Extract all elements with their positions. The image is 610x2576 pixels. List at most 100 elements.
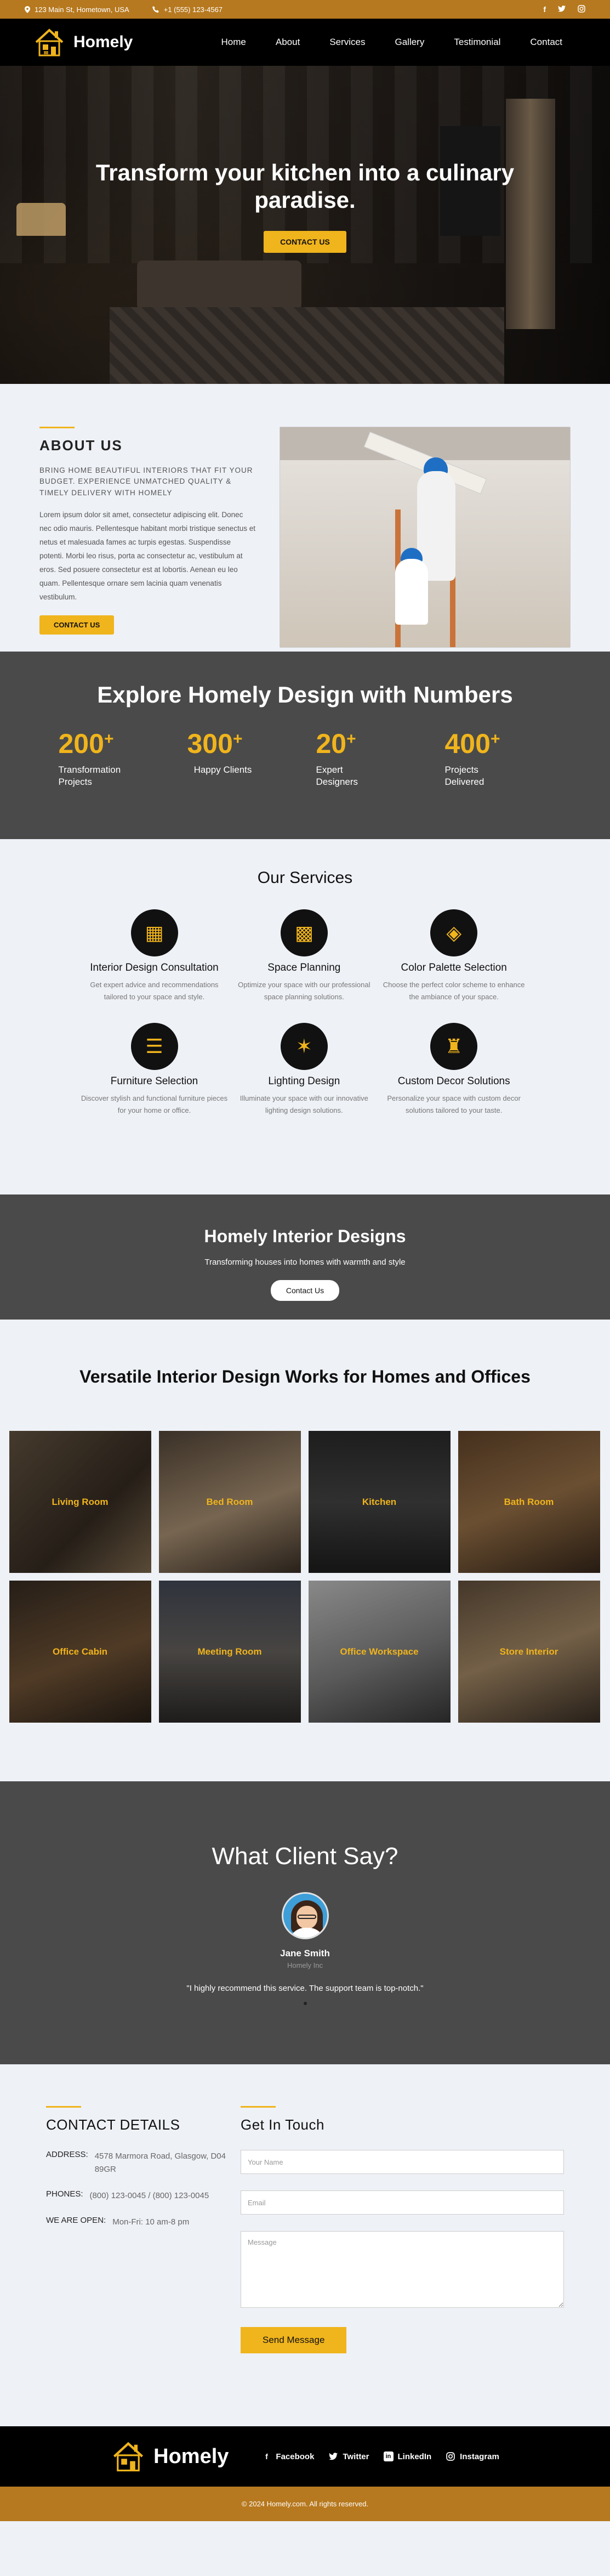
footer-twitter-link[interactable]: Twitter xyxy=(328,2452,369,2461)
link-label: Twitter xyxy=(343,2452,369,2461)
client-role: Homely Inc xyxy=(287,1961,323,1969)
gallery-grid: Living Room Bed Room Kitchen Bath Room O… xyxy=(9,1431,601,1723)
hero-rug xyxy=(110,307,504,384)
contact-form: Get In Touch Send Message xyxy=(241,2106,564,2426)
copyright-bar: © 2024 Homely.com. All rights reserved. xyxy=(0,2487,610,2521)
contact-key: ADDRESS: xyxy=(46,2150,88,2159)
contact-value: Mon-Fri: 10 am-8 pm xyxy=(112,2217,190,2227)
stat-suffix: + xyxy=(232,730,243,748)
gallery-tile[interactable]: Bath Room xyxy=(458,1431,600,1573)
nav-services[interactable]: Services xyxy=(315,37,380,48)
banner-contact-button[interactable]: Contact Us xyxy=(270,1280,340,1301)
accent-line xyxy=(241,2106,276,2108)
furniture-icon: ☰ xyxy=(130,1022,178,1070)
carousel-dot[interactable] xyxy=(303,2002,307,2005)
gallery-tile[interactable]: Office Workspace xyxy=(308,1581,451,1723)
services-heading: Our Services xyxy=(257,869,353,887)
service-desc: Personalize your space with custom decor… xyxy=(387,1094,521,1114)
house-logo-icon xyxy=(35,29,64,56)
space-planning-icon: ▩ xyxy=(280,909,328,956)
stat-item: 400+ Projects Delivered xyxy=(434,730,563,788)
hero: Transform your kitchen into a culinary p… xyxy=(0,66,610,384)
service-card: ▩ Space Planning Optimize your space wit… xyxy=(230,909,378,1003)
cta-banner: Homely Interior Designs Transforming hou… xyxy=(0,1194,610,1320)
contact-value: (800) 123-0045 / (800) 123-0045 xyxy=(89,2191,209,2200)
stat-suffix: + xyxy=(490,730,500,748)
stat-value: 400 xyxy=(444,728,491,759)
tile-label: Office Workspace xyxy=(340,1646,419,1657)
banner-tagline: Transforming houses into homes with warm… xyxy=(204,1258,406,1267)
tile-label: Living Room xyxy=(52,1496,109,1507)
about-image xyxy=(280,427,571,648)
stat-label: Happy Clients xyxy=(193,765,252,775)
service-card: ♜ Custom Decor Solutions Personalize you… xyxy=(380,1022,528,1117)
nav-testimonial[interactable]: Testimonial xyxy=(439,37,515,48)
twitter-icon[interactable] xyxy=(558,5,566,14)
email-input[interactable] xyxy=(241,2190,564,2215)
nav-contact[interactable]: Contact xyxy=(515,37,577,48)
about-body: Lorem ipsum dolor sit amet, consectetur … xyxy=(39,510,255,601)
contact-section: CONTACT DETAILS ADDRESS: 4578 Marmora Ro… xyxy=(0,2064,610,2426)
portfolio-section: Versatile Interior Design Works for Home… xyxy=(0,1320,610,1781)
stats: 200+ Transformation Projects 300+ Happy … xyxy=(0,730,610,788)
footer-facebook-link[interactable]: f Facebook xyxy=(261,2452,314,2461)
house-logo-icon xyxy=(113,2442,144,2472)
send-message-button[interactable]: Send Message xyxy=(241,2327,347,2353)
footer-instagram-link[interactable]: Instagram xyxy=(446,2452,499,2461)
service-desc: Discover stylish and functional furnitur… xyxy=(81,1094,228,1114)
instagram-icon xyxy=(446,2452,455,2461)
nav-menu: Home About Services Gallery Testimonial … xyxy=(207,37,577,48)
link-label: Instagram xyxy=(460,2452,499,2461)
gallery-tile[interactable]: Meeting Room xyxy=(158,1581,301,1723)
footer-brand-name: Homely xyxy=(153,2444,229,2468)
gallery-tile[interactable]: Store Interior xyxy=(458,1581,600,1723)
footer: Homely f Facebook Twitter in LinkedIn In… xyxy=(0,2426,610,2487)
tile-label: Store Interior xyxy=(499,1646,558,1657)
stat-item: 20+ Expert Designers xyxy=(305,730,434,788)
brand-name: Homely xyxy=(73,33,133,51)
footer-linkedin-link[interactable]: in LinkedIn xyxy=(383,2452,431,2461)
contact-row: PHONES: (800) 123-0045 / (800) 123-0045 xyxy=(46,2189,241,2203)
client-quote: "I highly recommend this service. The su… xyxy=(186,1984,424,1993)
gallery-tile[interactable]: Office Cabin xyxy=(9,1581,151,1723)
message-input[interactable] xyxy=(241,2231,564,2308)
hero-content: Transform your kitchen into a culinary p… xyxy=(0,159,610,253)
top-bar: 123 Main St, Hometown, USA +1 (555) 123-… xyxy=(0,0,610,19)
name-input[interactable] xyxy=(241,2150,564,2174)
top-address: 123 Main St, Hometown, USA xyxy=(25,5,129,14)
stat-value: 300 xyxy=(187,728,233,759)
service-title: Lighting Design xyxy=(268,1075,340,1087)
contact-key: WE ARE OPEN: xyxy=(46,2216,106,2225)
facebook-icon[interactable]: f xyxy=(543,5,546,14)
numbers-heading: Explore Homely Design with Numbers xyxy=(97,682,513,707)
gallery-tile[interactable]: Bed Room xyxy=(158,1431,301,1573)
nav-gallery[interactable]: Gallery xyxy=(380,37,440,48)
instagram-icon[interactable] xyxy=(578,4,585,14)
hero-contact-button[interactable]: Contact Us xyxy=(264,230,346,253)
nav-about[interactable]: About xyxy=(261,37,315,48)
link-label: Facebook xyxy=(276,2452,315,2461)
stat-label: Transformation Projects xyxy=(58,765,121,788)
service-title: Furniture Selection xyxy=(110,1075,198,1087)
form-heading: Get In Touch xyxy=(241,2116,324,2133)
page: 123 Main St, Hometown, USA +1 (555) 123-… xyxy=(0,0,610,2576)
banner-heading: Homely Interior Designs xyxy=(204,1226,406,1246)
service-card: ☰ Furniture Selection Discover stylish a… xyxy=(81,1022,229,1117)
tile-label: Meeting Room xyxy=(197,1646,262,1657)
hero-sofa xyxy=(137,261,301,310)
footer-links: f Facebook Twitter in LinkedIn Instagram xyxy=(261,2452,499,2461)
gallery-tile[interactable]: Living Room xyxy=(9,1431,151,1573)
service-desc: Get expert advice and recommendations ta… xyxy=(90,980,219,1001)
about-heading: ABOUT US xyxy=(39,437,123,454)
consultation-icon: ▦ xyxy=(130,909,178,956)
footer-brand[interactable]: Homely xyxy=(111,2440,229,2473)
gallery-tile[interactable]: Kitchen xyxy=(308,1431,451,1573)
phone-icon xyxy=(152,6,159,13)
portfolio-heading: Versatile Interior Design Works for Home… xyxy=(79,1367,531,1386)
nav-home[interactable]: Home xyxy=(207,37,261,48)
accent-line xyxy=(39,427,75,428)
contact-row: ADDRESS: 4578 Marmora Road, Glasgow, D04… xyxy=(46,2150,241,2176)
about-contact-button[interactable]: Contact Us xyxy=(39,615,115,635)
brand[interactable]: Homely xyxy=(33,27,133,58)
client-name: Jane Smith xyxy=(280,1948,330,1958)
